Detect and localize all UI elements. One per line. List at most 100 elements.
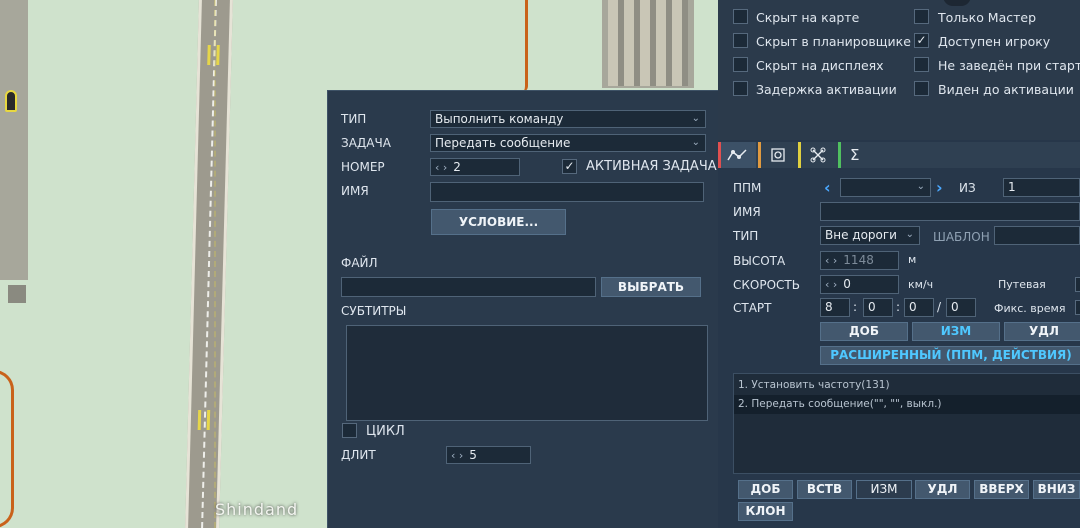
actions-list[interactable]: 1. Установить частоту(131) 2. Передать с… (733, 373, 1080, 474)
active-task-label: АКТИВНАЯ ЗАДАЧА (586, 159, 717, 174)
altitude-label: ВЫСОТА (733, 254, 786, 268)
condition-button[interactable]: УСЛОВИЕ... (431, 209, 566, 235)
start-day[interactable]: 0 (946, 298, 976, 317)
duration-stepper[interactable]: ‹ › 5 (446, 446, 531, 464)
speed-value: 0 (843, 277, 851, 291)
move-up-button[interactable]: ВВЕРХ (974, 480, 1029, 499)
speed-stepper[interactable]: ‹ › 0 (820, 275, 899, 294)
tab-waypoints[interactable] (718, 142, 756, 168)
flag-label: Задержка активации (756, 82, 897, 97)
flag-label: Не заведён при старте (938, 58, 1080, 73)
route-type-select[interactable]: Вне дороги ⌄ (820, 226, 920, 245)
flag-checkbox[interactable] (733, 57, 748, 72)
move-down-button[interactable]: ВНИЗ (1033, 480, 1080, 499)
chevron-down-icon: ⌄ (691, 137, 700, 148)
number-label: НОМЕР (341, 160, 385, 174)
insert-action-button[interactable]: ВСТВ (797, 480, 852, 499)
flag-label: Только Мастер (938, 10, 1037, 25)
stepper-arrows-icon[interactable]: ‹ › (825, 278, 837, 291)
tab-color-bar (798, 142, 801, 168)
subtitles-label: СУБТИТРЫ (341, 304, 407, 318)
flag-checkbox[interactable]: ✓ (914, 33, 929, 48)
next-waypoint-icon[interactable]: › (936, 178, 943, 197)
flag-label: Скрыт на дисплеях (756, 58, 884, 73)
sum-icon: Σ (850, 146, 860, 164)
stepper-arrows-icon[interactable]: ‹ › (825, 254, 837, 267)
runway (185, 0, 233, 528)
type-select[interactable]: Выполнить команду ⌄ (430, 110, 706, 128)
active-task-checkbox[interactable]: ✓ (562, 159, 577, 174)
flag-checkbox[interactable] (914, 81, 929, 96)
altitude-unit: м (908, 253, 917, 266)
tab-drone[interactable] (798, 142, 836, 168)
delete-waypoint-button[interactable]: УДЛ (1004, 322, 1080, 341)
loop-checkbox[interactable] (342, 423, 357, 438)
time-separator: : (853, 300, 858, 314)
waypoint-select[interactable]: ⌄ (840, 178, 931, 197)
file-label: ФАЙЛ (341, 256, 378, 270)
panel-decoration (943, 0, 971, 6)
start-seconds[interactable]: 0 (904, 298, 934, 317)
edit-action-button[interactable]: ИЗМ (856, 480, 912, 499)
task-select-value: Передать сообщение (435, 136, 571, 150)
advanced-actions-button[interactable]: РАСШИРЕННЫЙ (ППМ, ДЕЙСТВИЯ) (820, 346, 1080, 365)
of-label: ИЗ (959, 181, 976, 195)
delete-action-button[interactable]: УДЛ (915, 480, 970, 499)
fixed-time-checkbox[interactable] (1075, 300, 1080, 315)
tab-color-bar (838, 142, 841, 168)
flag-label: Скрыт в планировщике (756, 34, 911, 49)
file-input[interactable] (341, 277, 596, 297)
altitude-stepper[interactable]: ‹ › 1148 (820, 251, 899, 270)
tab-targets[interactable] (758, 142, 796, 168)
add-waypoint-button[interactable]: ДОБ (820, 322, 908, 341)
stepper-arrows-icon[interactable]: ‹ › (451, 449, 463, 462)
map-building (8, 285, 26, 303)
parking-area (602, 0, 694, 88)
track-label: Путевая (998, 278, 1046, 291)
chevron-down-icon: ⌄ (916, 181, 925, 192)
edit-waypoint-button[interactable]: ИЗМ (912, 322, 1000, 341)
waypoint-label: ППМ (733, 181, 762, 195)
route-name-input[interactable] (820, 202, 1080, 221)
prev-waypoint-icon[interactable]: ‹ (824, 178, 831, 197)
duration-value: 5 (469, 448, 477, 462)
flag-label: Доступен игроку (938, 34, 1051, 49)
aircraft-icon[interactable] (5, 90, 17, 112)
waypoint-count-field: 1 (1003, 178, 1080, 197)
route-tabs: Σ (718, 142, 1080, 168)
chevron-down-icon: ⌄ (691, 113, 700, 124)
subtitles-textarea[interactable] (346, 325, 708, 421)
type-label: ТИП (341, 112, 367, 126)
route-name-label: ИМЯ (733, 205, 761, 219)
flag-label: Скрыт на карте (756, 10, 860, 25)
template-select[interactable] (994, 226, 1080, 245)
clone-action-button[interactable]: КЛОН (738, 502, 793, 521)
flag-checkbox[interactable] (914, 57, 929, 72)
start-hours[interactable]: 8 (820, 298, 850, 317)
start-minutes[interactable]: 0 (863, 298, 893, 317)
task-select[interactable]: Передать сообщение ⌄ (430, 134, 706, 152)
name-label: ИМЯ (341, 184, 369, 198)
name-input[interactable] (430, 182, 704, 202)
flag-checkbox[interactable] (914, 9, 929, 24)
stepper-arrows-icon[interactable]: ‹ › (435, 161, 447, 174)
list-item[interactable]: 2. Передать сообщение("", "", выкл.) (734, 395, 1080, 414)
track-checkbox[interactable] (1075, 277, 1080, 292)
speed-label: СКОРОСТЬ (733, 278, 800, 292)
speed-unit: км/ч (908, 278, 934, 291)
flag-checkbox[interactable] (733, 9, 748, 24)
choose-file-button[interactable]: ВЫБРАТЬ (601, 277, 701, 297)
task-label: ЗАДАЧА (341, 136, 391, 150)
number-stepper[interactable]: ‹ › 2 (430, 158, 520, 176)
add-action-button[interactable]: ДОБ (738, 480, 793, 499)
start-label: СТАРТ (733, 301, 772, 315)
apron-area (0, 0, 28, 280)
list-item[interactable]: 1. Установить частоту(131) (734, 376, 1080, 394)
tab-summary[interactable]: Σ (838, 142, 876, 168)
flag-checkbox[interactable] (733, 33, 748, 48)
fixed-time-label: Фикс. время (994, 302, 1066, 315)
tab-color-bar (718, 142, 721, 168)
flag-checkbox[interactable] (733, 81, 748, 96)
route-type-label: ТИП (733, 229, 759, 243)
type-select-value: Выполнить команду (435, 112, 564, 126)
